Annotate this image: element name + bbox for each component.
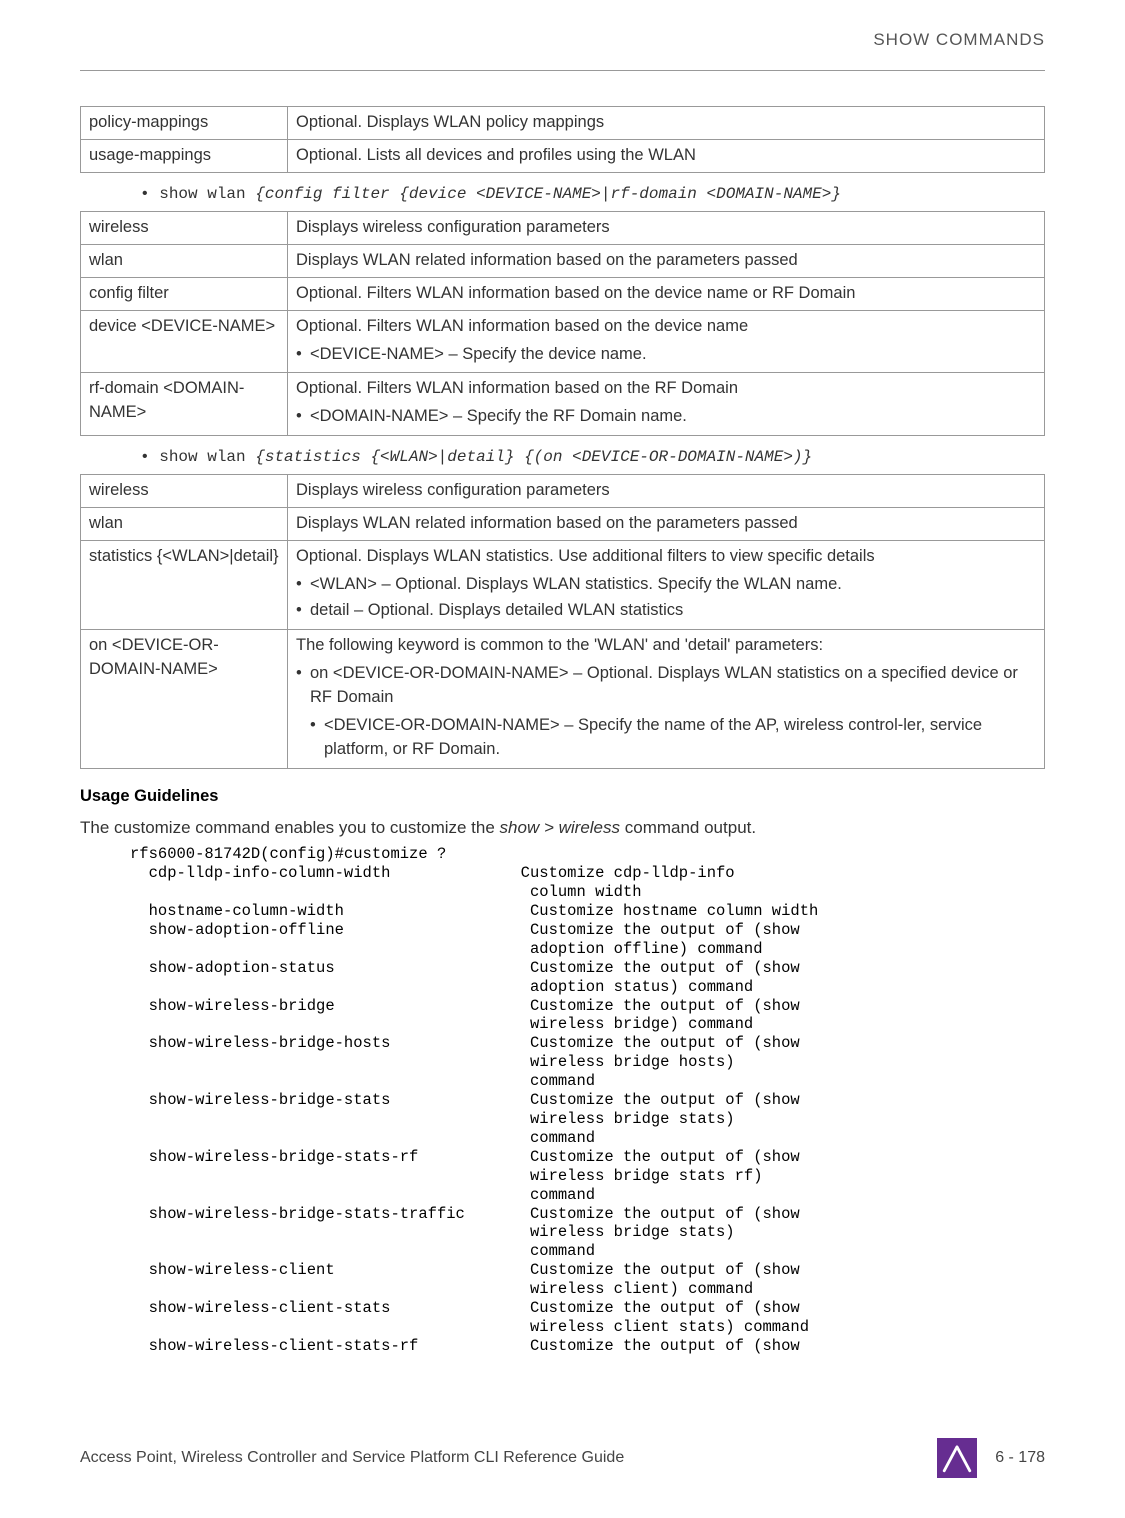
cell: Displays WLAN related information based … (288, 244, 1045, 277)
usage-guidelines-heading: Usage Guidelines (80, 787, 1045, 806)
table-row: wlan Displays WLAN related information b… (81, 508, 1045, 541)
cell: policy-mappings (81, 107, 288, 140)
command-line-2: • show wlan {statistics {<WLAN>|detail} … (140, 448, 1045, 466)
cell: Optional. Filters WLAN information based… (288, 277, 1045, 310)
table-row: usage-mappings Optional. Lists all devic… (81, 139, 1045, 172)
cmd-italic: {statistics {<WLAN>|detail} {(on <DEVICE… (255, 448, 812, 466)
brand-logo-icon (937, 1438, 977, 1478)
usage-text-pre: The customize command enables you to cus… (80, 818, 500, 837)
table-row: wireless Displays wireless configuration… (81, 475, 1045, 508)
footer-left-text: Access Point, Wireless Controller and Se… (80, 1449, 624, 1467)
cell: usage-mappings (81, 139, 288, 172)
cmd-italic: {config filter {device <DEVICE-NAME>|rf-… (255, 185, 841, 203)
cell-sub: <DOMAIN-NAME> – Specify the RF Domain na… (296, 405, 1036, 429)
cell: statistics {<WLAN>|detail} (81, 541, 288, 630)
usage-text: The customize command enables you to cus… (80, 816, 1045, 840)
table-row: config filter Optional. Filters WLAN inf… (81, 277, 1045, 310)
cell: wireless (81, 475, 288, 508)
cell-main: The following keyword is common to the '… (296, 636, 823, 654)
usage-text-italic: show > wireless (500, 818, 620, 837)
cell: device <DEVICE-NAME> (81, 310, 288, 373)
page-footer: Access Point, Wireless Controller and Se… (80, 1438, 1045, 1478)
cell-main: Optional. Filters WLAN information based… (296, 317, 748, 335)
cell-sub: detail – Optional. Displays detailed WLA… (296, 599, 1036, 623)
bullet: • (140, 185, 150, 203)
cmd-literal: show wlan (159, 185, 255, 203)
cmd-literal: show wlan (159, 448, 255, 466)
cell: wireless (81, 211, 288, 244)
cell-main: Optional. Filters WLAN information based… (296, 379, 738, 397)
cell: Optional. Lists all devices and profiles… (288, 139, 1045, 172)
table-row: device <DEVICE-NAME> Optional. Filters W… (81, 310, 1045, 373)
cell: Optional. Filters WLAN information based… (288, 373, 1045, 436)
table-row: wlan Displays WLAN related information b… (81, 244, 1045, 277)
command-line-1: • show wlan {config filter {device <DEVI… (140, 185, 1045, 203)
cell: Displays wireless configuration paramete… (288, 475, 1045, 508)
bullet: • (140, 448, 150, 466)
cli-output-block: rfs6000-81742D(config)#customize ? cdp-l… (130, 845, 1045, 1355)
cell-sub-sub: <DEVICE-OR-DOMAIN-NAME> – Specify the na… (310, 714, 1036, 762)
cell: on <DEVICE-OR-DOMAIN-NAME> (81, 629, 288, 768)
table-row: rf-domain <DOMAIN-NAME> Optional. Filter… (81, 373, 1045, 436)
footer-right: 6 - 178 (937, 1438, 1045, 1478)
page-header-title: SHOW COMMANDS (80, 30, 1045, 50)
cell-main: Optional. Displays WLAN statistics. Use … (296, 547, 875, 565)
cell: wlan (81, 244, 288, 277)
cell-sub: <DEVICE-NAME> – Specify the device name. (296, 343, 1036, 367)
cell-sub: on <DEVICE-OR-DOMAIN-NAME> – Optional. D… (296, 662, 1036, 762)
header-divider (80, 70, 1045, 71)
cell: Optional. Displays WLAN statistics. Use … (288, 541, 1045, 630)
table-config-filter: wireless Displays wireless configuration… (80, 211, 1045, 436)
cell: wlan (81, 508, 288, 541)
cell-sub: <WLAN> – Optional. Displays WLAN statist… (296, 573, 1036, 597)
table-row: on <DEVICE-OR-DOMAIN-NAME> The following… (81, 629, 1045, 768)
table-statistics: wireless Displays wireless configuration… (80, 474, 1045, 768)
cell: rf-domain <DOMAIN-NAME> (81, 373, 288, 436)
cell: Displays WLAN related information based … (288, 508, 1045, 541)
cell-sub-text: on <DEVICE-OR-DOMAIN-NAME> – Optional. D… (310, 664, 1018, 706)
table-row: statistics {<WLAN>|detail} Optional. Dis… (81, 541, 1045, 630)
table-policy-mappings: policy-mappings Optional. Displays WLAN … (80, 106, 1045, 173)
page-number: 6 - 178 (995, 1449, 1045, 1467)
table-row: policy-mappings Optional. Displays WLAN … (81, 107, 1045, 140)
cell: The following keyword is common to the '… (288, 629, 1045, 768)
cell: Optional. Displays WLAN policy mappings (288, 107, 1045, 140)
cell: config filter (81, 277, 288, 310)
cell: Optional. Filters WLAN information based… (288, 310, 1045, 373)
table-row: wireless Displays wireless configuration… (81, 211, 1045, 244)
usage-text-post: command output. (620, 818, 756, 837)
cell: Displays wireless configuration paramete… (288, 211, 1045, 244)
